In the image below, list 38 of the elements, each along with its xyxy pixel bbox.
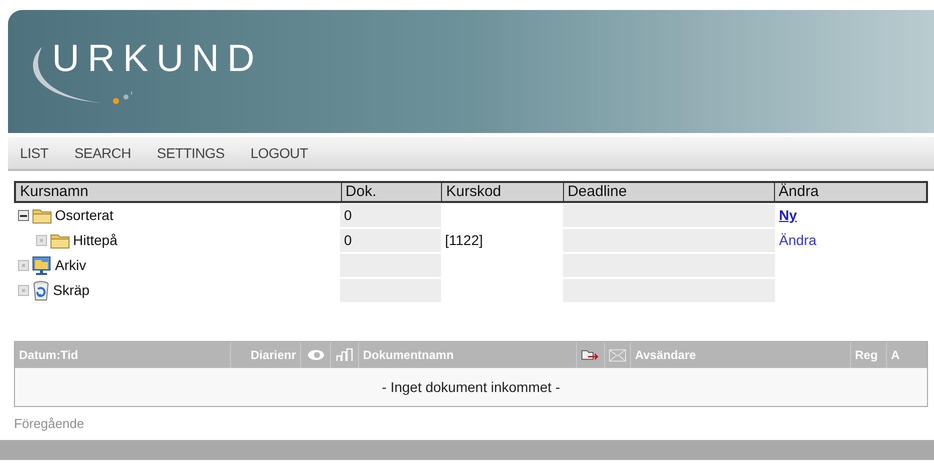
bar-chart-icon	[336, 348, 354, 362]
eye-icon	[306, 349, 324, 361]
column-header: A	[891, 347, 900, 364]
document-count: 0	[340, 229, 441, 252]
course-code: [1122]	[444, 231, 484, 250]
folder-arrow-icon	[581, 348, 600, 362]
monitor-folder-icon	[32, 256, 52, 276]
column-header: Datum:Tid	[19, 347, 78, 364]
column-header: Kursnamn	[19, 183, 90, 201]
course-name[interactable]: Hittepå	[73, 230, 118, 251]
action-link[interactable]: Ny	[779, 205, 797, 226]
action-link[interactable]: Ändra	[779, 230, 816, 251]
envelope-icon	[609, 348, 626, 362]
expand-toggle[interactable]	[18, 285, 29, 296]
document-count: 0	[340, 204, 441, 227]
column-header: Dok.	[340, 183, 442, 201]
recycle-bin-icon	[32, 280, 50, 302]
column-header: Reg	[855, 347, 878, 364]
folder-icon	[32, 207, 52, 224]
column-header: Avsändare	[635, 347, 696, 364]
course-name[interactable]: Arkiv	[55, 255, 86, 276]
course-name[interactable]: Skräp	[53, 280, 90, 301]
nav-link[interactable]: LOGOUT	[250, 142, 308, 164]
logo: URKUND	[52, 40, 263, 78]
nav-link[interactable]: SEARCH	[74, 142, 131, 164]
column-header: Ändra	[774, 183, 926, 201]
column-header: Diarienr	[250, 347, 296, 364]
nav-link[interactable]: LIST	[20, 142, 48, 164]
nav-link[interactable]: SETTINGS	[156, 142, 225, 164]
column-header: Deadline	[562, 183, 774, 201]
empty-message: - Inget dokument inkommet -	[15, 368, 927, 406]
column-header: Dokumentnamn	[363, 347, 454, 364]
collapse-toggle[interactable]	[18, 210, 29, 221]
folder-icon	[50, 232, 70, 249]
column-header: Kurskod	[441, 183, 563, 201]
expand-toggle[interactable]	[18, 260, 29, 271]
course-name[interactable]: Osorterat	[55, 205, 114, 226]
expand-toggle[interactable]	[36, 235, 47, 246]
